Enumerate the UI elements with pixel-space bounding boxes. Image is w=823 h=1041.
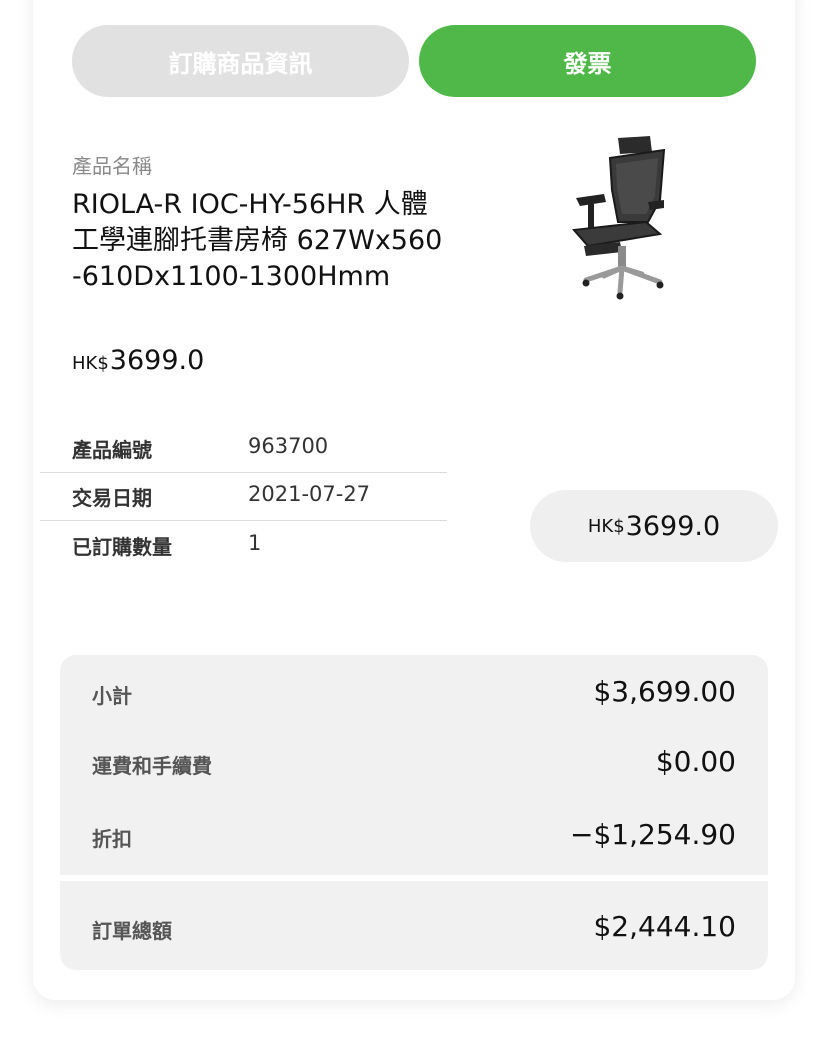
subtotal-value: $3,699.00 [593, 675, 736, 708]
line-total-badge: HK$ 3699.0 [530, 490, 778, 562]
product-name-label: 產品名稱 [72, 154, 152, 178]
tab-order-info-label: 訂購商品資訊 [168, 49, 313, 78]
shipping-value: $0.00 [655, 745, 736, 778]
product-code-label: 產品編號 [72, 438, 152, 462]
transaction-date-value: 2021-07-27 [248, 482, 371, 506]
product-name: RIOLA-R IOC-HY-56HR 人體工學連腳托書房椅 627Wx560-… [72, 189, 443, 292]
summary-divider [60, 875, 768, 881]
subtotal-label: 小計 [92, 684, 132, 708]
office-chair-icon [571, 136, 666, 300]
total-label: 訂單總額 [92, 919, 172, 943]
line-total-currency: HK$ [587, 515, 625, 537]
order-summary: 小計 $3,699.00 運費和手續費 $0.00 折扣 −$1,254.90 … [60, 655, 768, 970]
product-price: HK$ 3699.0 [72, 345, 204, 376]
discount-value: −$1,254.90 [570, 818, 736, 851]
product-price-currency: HK$ [72, 353, 109, 374]
detail-row-product-code: 產品編號 963700 [40, 424, 447, 473]
product-price-amount: 3699.0 [109, 345, 205, 376]
shipping-label: 運費和手續費 [92, 754, 212, 778]
transaction-date-label: 交易日期 [72, 486, 152, 510]
discount-label: 折扣 [92, 827, 132, 851]
detail-row-transaction-date: 交易日期 2021-07-27 [40, 472, 447, 521]
quantity-label: 已訂購數量 [72, 535, 172, 559]
line-total-amount: 3699.0 [625, 510, 721, 542]
quantity-value: 1 [248, 531, 262, 555]
tab-order-info[interactable]: 訂購商品資訊 [72, 25, 409, 97]
detail-row-quantity: 已訂購數量 1 [40, 521, 447, 569]
tab-invoice-label: 發票 [563, 49, 612, 78]
tab-invoice[interactable]: 發票 [419, 25, 756, 97]
total-value: $2,444.10 [593, 910, 736, 943]
product-code-value: 963700 [248, 434, 329, 458]
